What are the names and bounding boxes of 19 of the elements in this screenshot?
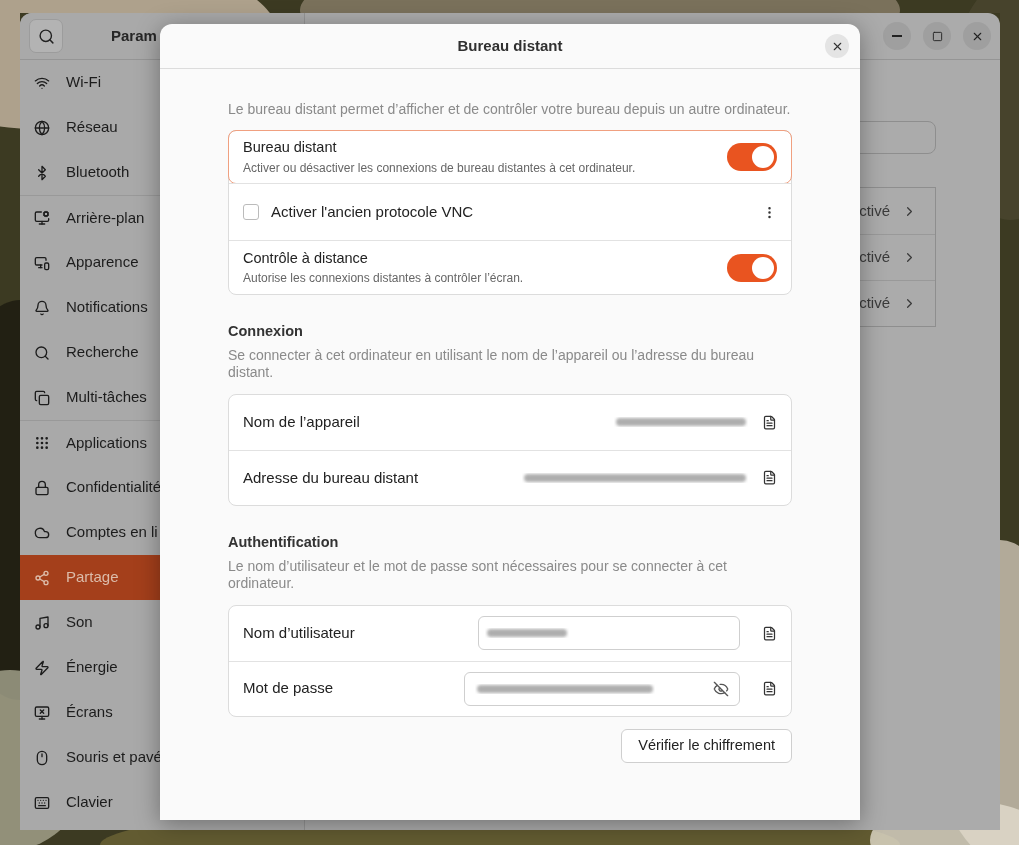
window-title: Param: [111, 25, 157, 46]
option-subtitle: Autorise les connexions distantes à contrôler l’écran.: [243, 270, 525, 288]
dialog-title: Bureau distant: [457, 35, 563, 56]
intro-text: Le bureau distant permet d’afficher et de contrôler votre bureau depuis un autre ordinateur.: [228, 101, 792, 118]
status-text: ctivé: [859, 200, 890, 221]
option-title: Contrôle à distance: [243, 248, 369, 268]
section-description: Se connecter à cet ordinateur en utilisant le nom de l’appareil ou l’adresse du bureau distant.: [228, 346, 756, 381]
row-label: Adresse du bureau distant: [243, 467, 420, 488]
option-title: Bureau distant: [243, 138, 338, 158]
section-heading: Connexion: [228, 322, 304, 341]
row-label: Nom de l’appareil: [243, 412, 361, 432]
status-text: ctivé: [859, 247, 890, 268]
status-text: ctivé: [859, 293, 890, 314]
option-subtitle: Activer ou désactiver les connexions de bureau distantes à cet ordinateur.: [243, 159, 637, 177]
row-label: Nom d’utilisateur: [243, 622, 356, 643]
option-title: Activer l'ancien protocole VNC: [271, 201, 475, 222]
row-label: Mot de passe: [243, 678, 335, 699]
section-description: Le nom d’utilisateur et le mot de passe sont nécessaires pour se connecter à cet ordinateur.: [228, 557, 728, 592]
section-heading: Authentification: [228, 532, 340, 552]
